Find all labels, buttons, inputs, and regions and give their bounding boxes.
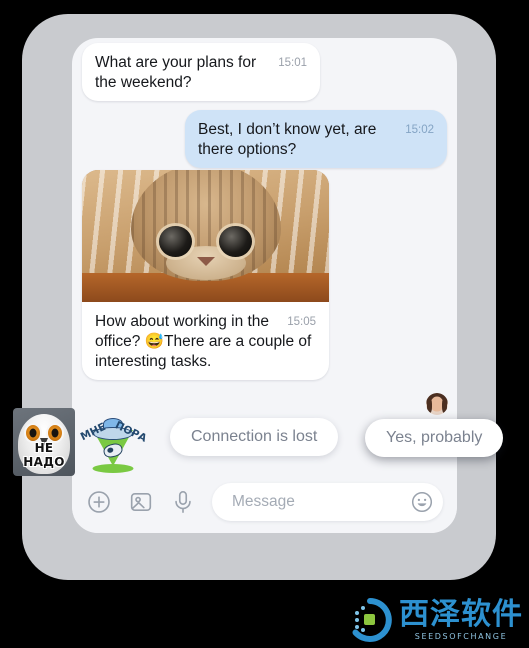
avatar-hair-right	[442, 398, 447, 413]
message-caption: 15:05 How about working in the office? 😅…	[82, 302, 329, 380]
owl-sticker-art: НЕ НАДО	[13, 408, 75, 476]
suggestion-chip-yes-probably[interactable]: Yes, probably	[365, 419, 504, 457]
message-timestamp: 15:01	[278, 57, 307, 69]
avatar-hair-left	[427, 398, 432, 413]
message-text: What are your plans for the weekend?	[95, 54, 261, 91]
ufo-sticker[interactable]: МНЕ ПОРА	[79, 410, 149, 476]
avatar[interactable]	[426, 393, 448, 415]
cat-nose	[196, 257, 215, 267]
suggestion-chip-connection-is-lost[interactable]: Connection is lost	[170, 418, 339, 456]
ufo-sticker-art: МНЕ ПОРА	[79, 410, 149, 476]
smiley-icon[interactable]	[410, 490, 434, 514]
owl-sticker[interactable]: НЕ НАДО	[13, 408, 75, 476]
watermark-subtitle: SEEDSOFCHANGE	[414, 631, 508, 641]
watermark-title: 西泽软件	[399, 596, 523, 632]
message-timestamp: 15:05	[287, 316, 316, 328]
microphone-icon[interactable]	[170, 489, 196, 515]
plus-circle-icon[interactable]	[86, 489, 112, 515]
cat-photo[interactable]	[82, 170, 329, 302]
message-bubble-outgoing[interactable]: 15:02 Best, I don’t know yet, are there …	[185, 110, 447, 168]
message-text: Best, I don’t know yet, are there option…	[198, 121, 381, 158]
message-input[interactable]	[230, 491, 401, 512]
watermark-text-block: 西泽软件 SEEDSOFCHANGE	[399, 596, 523, 641]
composer-bar	[72, 470, 457, 533]
ufo-beam-base	[92, 464, 134, 473]
message-input-container[interactable]	[212, 482, 443, 521]
watermark: 西泽软件 SEEDSOFCHANGE	[347, 597, 523, 643]
message-timestamp: 15:02	[405, 124, 434, 136]
watermark-logo-icon	[347, 597, 393, 643]
owl-eye-right	[46, 423, 64, 443]
cat-eye-left	[158, 226, 192, 258]
message-list: 15:01 What are your plans for the weeken…	[72, 38, 457, 438]
image-icon[interactable]	[128, 489, 154, 515]
owl-sticker-caption: НЕ НАДО	[23, 441, 65, 469]
message-bubble-incoming-photo[interactable]: 15:05 How about working in the office? 😅…	[82, 170, 329, 380]
sweat-smile-emoji: 😅	[144, 333, 165, 350]
message-bubble-incoming[interactable]: 15:01 What are your plans for the weeken…	[82, 43, 320, 101]
